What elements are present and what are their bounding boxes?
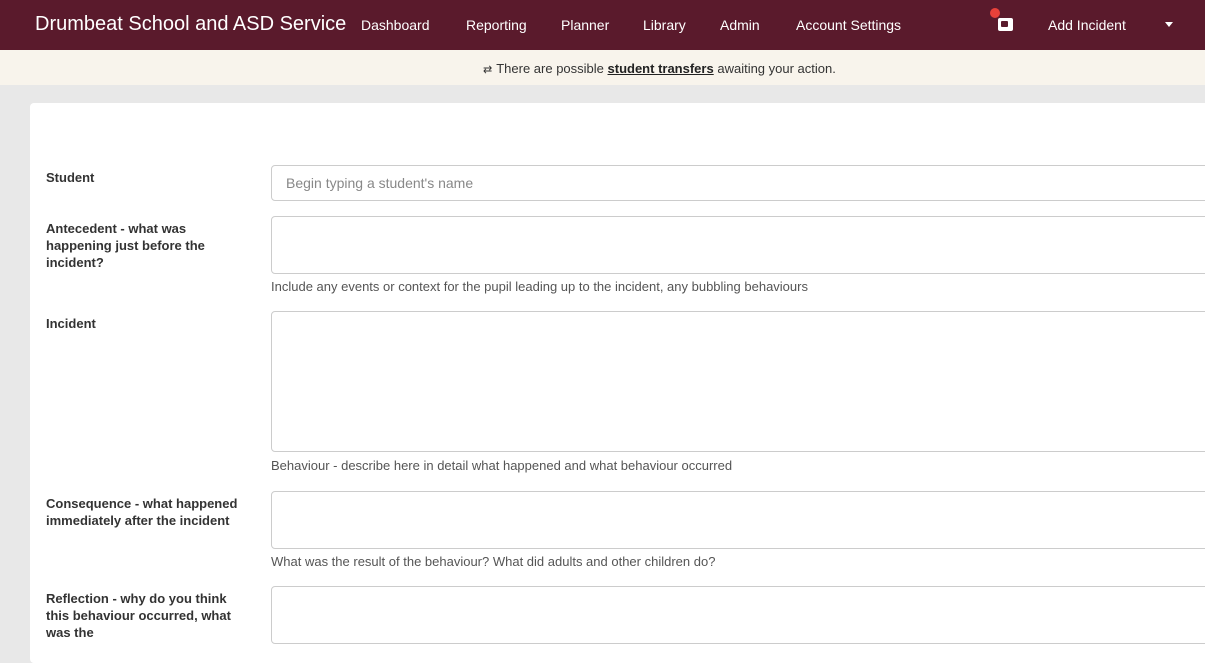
nav-item-account-settings[interactable]: Account Settings bbox=[796, 17, 901, 33]
consequence-textarea[interactable] bbox=[271, 491, 1205, 549]
consequence-help-text: What was the result of the behaviour? Wh… bbox=[271, 554, 716, 569]
transfer-alert-bar: ⇄ There are possible student transfers aw… bbox=[0, 50, 1205, 85]
antecedent-label: Antecedent - what was happening just bef… bbox=[46, 221, 205, 270]
transfer-arrows-icon: ⇄ bbox=[483, 64, 493, 76]
nav-item-library[interactable]: Library bbox=[643, 17, 686, 33]
antecedent-textarea[interactable] bbox=[271, 216, 1205, 274]
nav-item-dashboard[interactable]: Dashboard bbox=[361, 17, 430, 33]
antecedent-help-text: Include any events or context for the pu… bbox=[271, 279, 808, 294]
notification-button[interactable] bbox=[990, 8, 1016, 34]
notification-badge bbox=[990, 8, 1000, 18]
brand-title[interactable]: Drumbeat School and ASD Service bbox=[35, 13, 346, 36]
nav-item-admin[interactable]: Admin bbox=[720, 17, 760, 33]
alert-suffix: awaiting your action. bbox=[717, 61, 836, 76]
incident-textarea[interactable] bbox=[271, 311, 1205, 452]
add-incident-button[interactable]: Add Incident bbox=[1048, 17, 1126, 33]
student-transfers-link[interactable]: student transfers bbox=[608, 61, 714, 76]
transfer-alert-text: ⇄ There are possible student transfers aw… bbox=[483, 61, 836, 76]
incident-label: Incident bbox=[46, 316, 96, 331]
reflection-label: Reflection - why do you think this behav… bbox=[46, 591, 231, 640]
nav-item-reporting[interactable]: Reporting bbox=[466, 17, 527, 33]
student-label: Student bbox=[46, 170, 95, 185]
notification-icon bbox=[998, 18, 1013, 31]
chevron-down-icon[interactable] bbox=[1165, 22, 1173, 27]
nav-item-planner[interactable]: Planner bbox=[561, 17, 609, 33]
alert-prefix: There are possible bbox=[496, 61, 604, 76]
incident-help-text: Behaviour - describe here in detail what… bbox=[271, 458, 733, 473]
top-navbar: Drumbeat School and ASD Service Dashboar… bbox=[0, 0, 1205, 50]
reflection-textarea[interactable] bbox=[271, 586, 1205, 644]
consequence-label: Consequence - what happened immediately … bbox=[46, 496, 238, 528]
student-search-input[interactable] bbox=[271, 165, 1205, 201]
